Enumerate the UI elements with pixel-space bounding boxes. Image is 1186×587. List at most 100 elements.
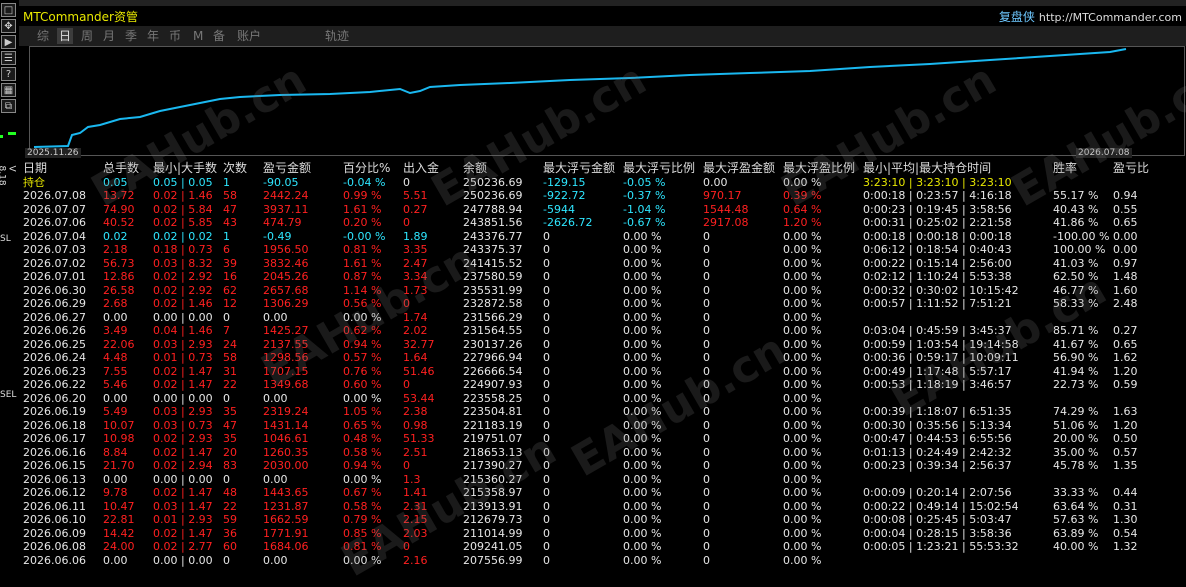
column-header[interactable]: 总手数 <box>103 161 139 176</box>
table-cell: 0.00 % <box>783 270 822 283</box>
column-header[interactable]: 日期 <box>23 161 47 176</box>
table-cell: 0 <box>703 310 710 324</box>
table-row[interactable]: 2026.06.15 21.70 0.02 | 2.94 83 2030.00 0.94 … <box>23 459 1186 473</box>
column-header[interactable]: 胜率 <box>1053 161 1077 176</box>
table-row[interactable]: 2026.07.01 12.86 0.02 | 2.92 16 2045.26 0.87 … <box>23 270 1186 284</box>
position-row[interactable]: 持仓 0.05 0.05 | 0.05 1 -90.05 -0.04 % 0 250236.6… <box>23 176 1186 190</box>
column-header[interactable]: 余额 <box>463 161 487 176</box>
table-row[interactable]: 2026.06.11 10.47 0.03 | 1.47 22 1231.87 0.58 … <box>23 500 1186 514</box>
author-link[interactable]: 复盘侠 http://MTCommander.com <box>999 8 1182 25</box>
table-row[interactable]: 2026.06.27 0.00 0.00 | 0.00 0 0.00 0.00 % 1.74… <box>23 311 1186 325</box>
table-cell: 3.34 <box>403 270 428 283</box>
table-cell: 0 <box>223 472 230 486</box>
table-row[interactable]: 2026.06.25 22.06 0.03 | 2.93 24 2137.55 0.94 … <box>23 338 1186 352</box>
table-row[interactable]: 2026.07.06 40.52 0.02 | 5.85 43 474.79 0.20 %… <box>23 216 1186 230</box>
table-cell: 0.00 % <box>783 310 822 324</box>
table-row[interactable]: 2026.06.22 5.46 0.02 | 1.47 22 1349.68 0.60 %… <box>23 378 1186 392</box>
table-row[interactable]: 2026.06.06 0.00 0.00 | 0.00 0 0.00 0.00 % 2.16… <box>23 554 1186 568</box>
column-header[interactable]: 盈亏比 <box>1113 161 1149 176</box>
table-cell: 0.00 % <box>623 324 662 337</box>
author-url[interactable]: http://MTCommander.com <box>1039 11 1182 24</box>
table-cell: 0:00:08 | 0:25:45 | 5:03:47 <box>863 513 1012 526</box>
table-row[interactable]: 2026.07.07 74.90 0.02 | 5.84 47 3937.11 1.61 … <box>23 203 1186 217</box>
tab-4[interactable]: 季 <box>123 28 139 44</box>
table-row[interactable]: 2026.06.24 4.48 0.01 | 0.73 58 1298.56 0.57 %… <box>23 351 1186 365</box>
table-row[interactable]: 2026.06.16 8.84 0.02 | 1.47 20 1260.35 0.58 %… <box>23 446 1186 460</box>
column-header[interactable]: 最小|大手数 <box>153 161 217 176</box>
table-cell: 0.48 % <box>343 432 382 445</box>
table-row[interactable]: 2026.06.19 5.49 0.03 | 2.93 35 2319.24 1.05 %… <box>23 405 1186 419</box>
table-row[interactable]: 2026.06.08 24.00 0.02 | 2.77 60 1684.06 0.81 … <box>23 540 1186 554</box>
table-cell: 1231.87 <box>263 499 309 513</box>
table-cell: 0.02 | 2.93 <box>153 432 213 445</box>
toolbar-button-5[interactable]: ▦ <box>1 83 16 97</box>
table-row[interactable]: 2026.06.09 14.42 0.02 | 1.47 36 1771.91 0.85 … <box>23 527 1186 541</box>
table-row[interactable]: 2026.06.20 0.00 0.00 | 0.00 0 0.00 0.00 % 53.4… <box>23 392 1186 406</box>
tab-9[interactable]: 账户 <box>235 28 263 44</box>
table-cell: 0:00:32 | 0:30:02 | 10:15:42 <box>863 283 1019 297</box>
column-header[interactable]: 最大浮亏比例 <box>623 161 695 176</box>
table-cell: 24.00 <box>103 540 135 553</box>
tab-10[interactable]: 轨迹 <box>323 28 351 44</box>
table-cell: 1662.59 <box>263 513 309 526</box>
table-cell: 0 <box>543 256 550 270</box>
table-row[interactable]: 2026.06.18 10.07 0.03 | 0.73 47 1431.14 0.65 … <box>23 419 1186 433</box>
table-row[interactable]: 2026.06.26 3.49 0.04 | 1.46 7 1425.27 0.62 % 2… <box>23 324 1186 338</box>
table-cell: 43 <box>223 216 237 229</box>
toolbar-button-1[interactable]: ✥ <box>1 19 16 33</box>
table-cell: 0 <box>703 270 710 283</box>
table-cell: 219751.07 <box>463 432 523 445</box>
tab-2[interactable]: 周 <box>79 28 95 44</box>
column-header[interactable]: 最大浮盈比例 <box>783 161 855 176</box>
column-header[interactable]: 百分比% <box>343 161 390 176</box>
table-cell: 0.00 % <box>783 175 822 189</box>
table-cell: 51.33 <box>403 432 435 445</box>
table-row[interactable]: 2026.06.13 0.00 0.00 | 0.00 0 0.00 0.00 % 1.3 2… <box>23 473 1186 487</box>
table-cell: 0 <box>543 513 550 526</box>
table-cell: -2626.72 <box>543 216 593 229</box>
table-cell: 0 <box>703 391 710 405</box>
toolbar-button-0[interactable]: □ <box>1 3 16 17</box>
column-header[interactable]: 最大浮亏金额 <box>543 161 615 176</box>
tab-0[interactable]: 综 <box>35 28 51 44</box>
table-cell: 2026.06.19 <box>23 405 86 418</box>
column-header[interactable]: 出入金 <box>403 161 439 176</box>
toolbar-button-4[interactable]: ? <box>1 67 16 81</box>
table-cell: 0 <box>703 418 710 432</box>
tab-6[interactable]: 币 <box>167 28 183 44</box>
table-row[interactable]: 2026.06.23 7.55 0.02 | 1.47 31 1707.15 0.76 %… <box>23 365 1186 379</box>
table-cell: 2026.06.12 <box>23 486 86 499</box>
tab-8[interactable]: 备 <box>211 28 227 44</box>
toolbar-button-2[interactable]: ▶ <box>1 35 16 49</box>
table-row[interactable]: 2026.07.08 13.72 0.02 | 1.46 58 2442.24 0.99 … <box>23 189 1186 203</box>
table-row[interactable]: 2026.06.30 26.58 0.02 | 2.92 62 2657.68 1.14 … <box>23 284 1186 298</box>
table-cell: 0 <box>703 283 710 297</box>
table-cell: 241415.52 <box>463 256 523 270</box>
table-row[interactable]: 2026.07.02 56.73 0.03 | 8.32 39 3832.46 1.61 … <box>23 257 1186 271</box>
table-cell: 0:03:04 | 0:45:59 | 3:45:37 <box>863 324 1012 337</box>
table-cell: 1298.56 <box>263 351 309 364</box>
table-row[interactable]: 2026.07.03 2.18 0.18 | 0.73 6 1956.50 0.81 % 3… <box>23 243 1186 257</box>
table-cell: 243375.37 <box>463 243 523 256</box>
column-header[interactable]: 最大浮盈金额 <box>703 161 775 176</box>
column-header[interactable]: 盈亏金额 <box>263 161 311 176</box>
tab-3[interactable]: 月 <box>101 28 117 44</box>
table-row[interactable]: 2026.06.29 2.68 0.02 | 1.46 12 1306.29 0.56 %… <box>23 297 1186 311</box>
table-cell: 56.90 % <box>1053 351 1099 364</box>
tab-7[interactable]: M <box>191 28 205 44</box>
table-cell: -0.37 % <box>623 189 666 202</box>
table-row[interactable]: 2026.07.04 0.02 0.02 | 0.02 1 -0.49 -0.00 % 1.… <box>23 230 1186 244</box>
tab-1[interactable]: 日 <box>57 28 74 44</box>
tab-5[interactable]: 年 <box>145 28 161 44</box>
toolbar-button-3[interactable]: ☰ <box>1 51 16 65</box>
table-cell: 22.06 <box>103 337 135 351</box>
column-header[interactable]: 次数 <box>223 161 247 176</box>
table-row[interactable]: 2026.06.12 9.78 0.02 | 1.47 48 1443.65 0.67 %… <box>23 486 1186 500</box>
column-header[interactable]: 最小|平均|最大持仓时间 <box>863 161 991 176</box>
table-row[interactable]: 2026.06.10 22.81 0.01 | 2.93 59 1662.59 0.79 … <box>23 513 1186 527</box>
toolbar-button-6[interactable]: ⧉ <box>1 99 16 113</box>
equity-curve <box>33 48 1127 148</box>
table-row[interactable]: 2026.06.17 10.98 0.02 | 2.93 35 1046.61 0.48 … <box>23 432 1186 446</box>
table-cell: 0.03 | 8.32 <box>153 256 213 270</box>
table-cell: 1.73 <box>403 283 428 297</box>
